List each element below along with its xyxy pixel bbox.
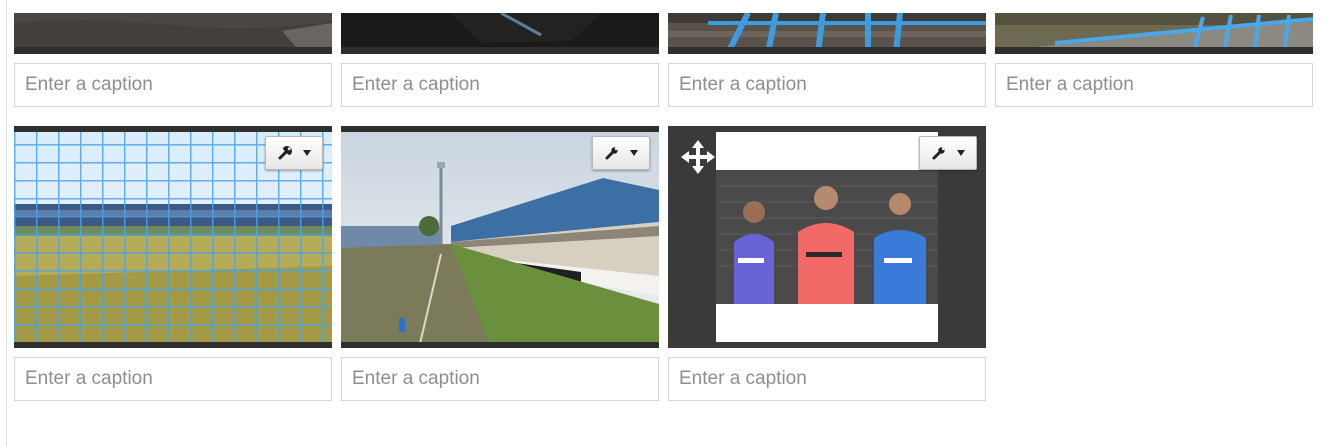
gallery-image-4[interactable] bbox=[995, 13, 1313, 54]
gallery-image-2[interactable] bbox=[341, 13, 659, 54]
image-tools-button[interactable] bbox=[592, 136, 650, 170]
caption-input-1[interactable] bbox=[14, 63, 332, 107]
image-blue-railings bbox=[668, 13, 986, 54]
gallery-image-1[interactable] bbox=[14, 13, 332, 54]
caret-down-icon bbox=[956, 150, 965, 156]
image-blue-terrace bbox=[995, 13, 1313, 54]
wrench-icon bbox=[932, 147, 945, 160]
caption-input-5[interactable] bbox=[14, 357, 332, 401]
caption-input-3[interactable] bbox=[668, 63, 986, 107]
caption-input-2[interactable] bbox=[341, 63, 659, 107]
wrench-icon bbox=[605, 147, 618, 160]
gallery-image-6[interactable] bbox=[341, 126, 659, 348]
image-tools-button[interactable] bbox=[265, 136, 323, 170]
caret-down-icon bbox=[629, 150, 638, 156]
gallery-image-7[interactable] bbox=[668, 126, 986, 348]
image-dark-corner bbox=[341, 13, 659, 54]
image-tools-button[interactable] bbox=[919, 136, 977, 170]
wrench-icon bbox=[278, 145, 292, 160]
caption-input-7[interactable] bbox=[668, 357, 986, 401]
editor-left-border bbox=[6, 0, 7, 446]
caption-input-4[interactable] bbox=[995, 63, 1313, 107]
move-arrows-icon[interactable] bbox=[681, 140, 715, 174]
caption-input-6[interactable] bbox=[341, 357, 659, 401]
gallery-image-3[interactable] bbox=[668, 13, 986, 54]
image-asphalt bbox=[14, 13, 332, 54]
gallery-image-5[interactable] bbox=[14, 126, 332, 348]
caret-down-icon bbox=[302, 150, 311, 156]
